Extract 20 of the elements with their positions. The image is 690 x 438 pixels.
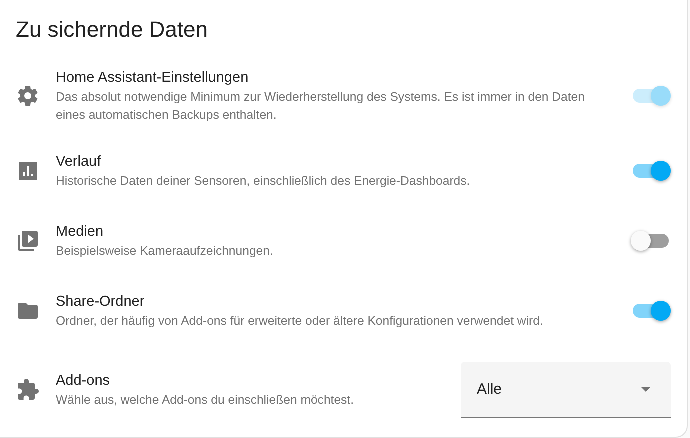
option-label: Share-Ordner (56, 293, 146, 312)
toggle-switch[interactable] (633, 234, 669, 248)
play-stack-icon (16, 229, 40, 253)
option-description: Wähle aus, welche Add-ons du einschließen möchtest. (56, 392, 356, 409)
option-label: Verlauf (56, 153, 102, 172)
caret-icon (641, 387, 651, 392)
toggle-switch[interactable] (633, 304, 669, 318)
gear-icon (16, 84, 40, 108)
option-description: Ordner, der häufig von Add-ons für erweiterte oder ältere Konfigurationen verwendet wird. (56, 313, 544, 330)
option-label: Add-ons (56, 372, 112, 391)
dropdown-field[interactable]: Alle (461, 362, 671, 418)
section-title: Zu sichernde Daten (15, 16, 209, 44)
option-description: Das absolut notwendige Minimum zur Wiederherstellung des Systems. Es ist immer in den Daten eines automatischen Backups enthalten. (56, 89, 586, 124)
toggle-switch[interactable] (633, 164, 669, 178)
option-label: Home Assistant-Einstellungen (56, 69, 250, 88)
puzzle-icon (16, 378, 40, 402)
bar-chart-icon (16, 159, 40, 183)
option-description: Beispielsweise Kameraaufzeichnungen. (56, 243, 274, 260)
option-description: Historische Daten deiner Sensoren, einschließlich des Energie-Dashboards. (56, 173, 472, 190)
option-label: Medien (56, 223, 105, 242)
